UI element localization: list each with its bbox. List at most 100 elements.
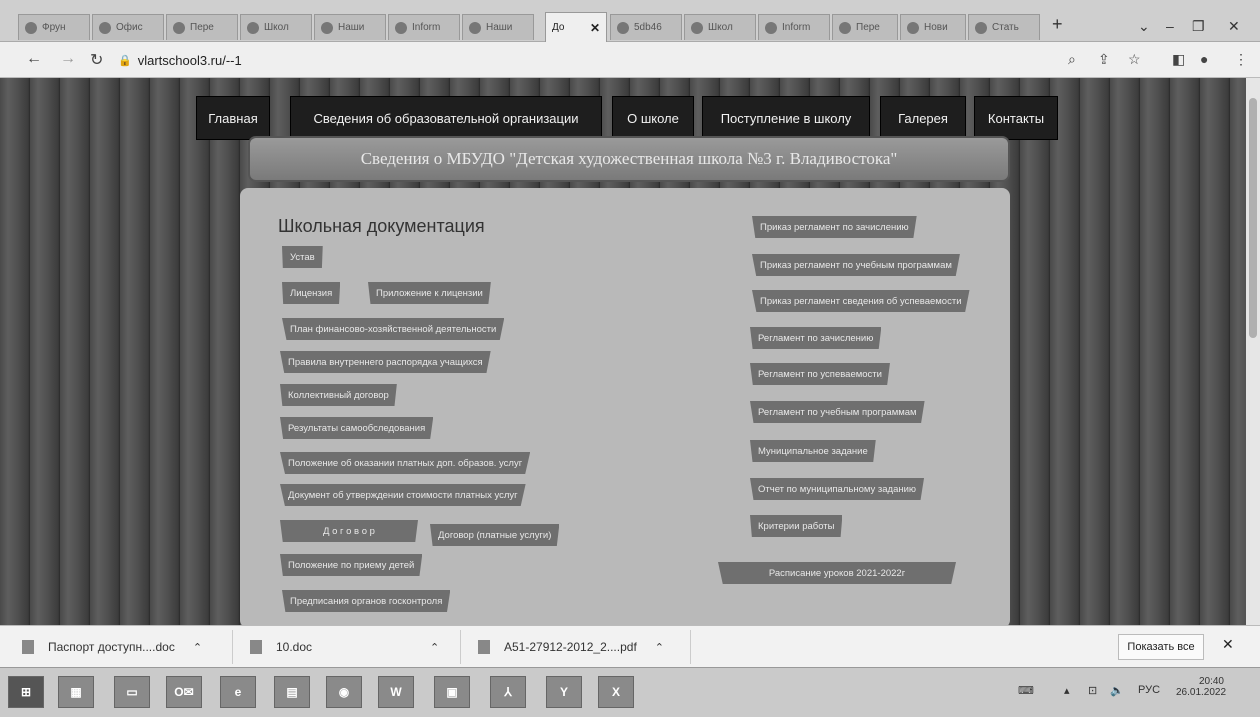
tab-favicon-icon	[691, 21, 703, 34]
acrobat-icon[interactable]: ⅄	[490, 676, 526, 708]
chevron-up-icon[interactable]: ⌃	[430, 641, 439, 654]
app-icon[interactable]: ▤	[274, 676, 310, 708]
minimize-icon[interactable]: –	[1166, 18, 1174, 34]
clock-time: 20:40	[1198, 676, 1224, 687]
nav-gallery[interactable]: Галерея	[880, 96, 966, 140]
doc-file-icon	[250, 640, 262, 654]
menu-kebab-icon[interactable]: ⋮	[1234, 51, 1248, 68]
doc-link-reg-progress[interactable]: Регламент по успеваемости	[750, 363, 890, 385]
browser-tab[interactable]: Офис	[92, 14, 164, 40]
volume-icon[interactable]: 🔈	[1110, 684, 1124, 697]
lock-icon[interactable]: 🔒	[118, 54, 132, 67]
side-panel-icon[interactable]: ◧	[1172, 51, 1185, 68]
doc-link-internal-rules[interactable]: Правила внутреннего распорядка учащихся	[280, 351, 491, 373]
doc-link-contract-paid[interactable]: Договор (платные услуги)	[430, 524, 560, 546]
page-scrollbar[interactable]	[1246, 78, 1260, 625]
chevron-up-icon[interactable]: ⌃	[655, 641, 664, 654]
nav-contacts[interactable]: Контакты	[974, 96, 1058, 140]
browser-tab[interactable]: Нови	[900, 14, 966, 40]
new-tab-button[interactable]: +	[1052, 14, 1063, 35]
close-window-icon[interactable]: ✕	[1228, 18, 1240, 35]
browser-tab[interactable]: Inform	[388, 14, 460, 40]
address-toolbar: ← → ↻ 🔒 vlartschool3.ru/--1 ⌕ ⇪ ☆ ◧ ● ⋮	[0, 42, 1260, 78]
doc-link-prescriptions[interactable]: Предписания органов госконтроля	[282, 590, 451, 612]
doc-link-order-enrollment[interactable]: Приказ регламент по зачислению	[752, 216, 917, 238]
keyboard-icon[interactable]: ⌨	[1018, 684, 1034, 697]
reload-icon[interactable]: ↻	[90, 50, 103, 70]
page-viewport: Главная Сведения об образовательной орга…	[0, 78, 1246, 625]
profile-avatar-icon[interactable]: ●	[1200, 51, 1208, 67]
nav-home[interactable]: Главная	[196, 96, 270, 140]
download-item[interactable]: A51-27912-2012_2....pdf ⌃	[478, 636, 664, 658]
browser-tab[interactable]: 5db46	[610, 14, 682, 40]
browser-tab[interactable]: Наши	[462, 14, 534, 40]
windows-start-icon[interactable]: ⊞	[8, 676, 44, 708]
doc-link-contract[interactable]: Д о г о в о р	[280, 520, 418, 542]
doc-link-work-criteria[interactable]: Критерии работы	[750, 515, 843, 537]
tray-chevron-icon[interactable]: ▴	[1064, 684, 1070, 697]
yandex-browser-icon[interactable]: Y	[546, 676, 582, 708]
doc-link-order-programs[interactable]: Приказ регламент по учебным программам	[752, 254, 960, 276]
divider	[690, 630, 691, 664]
scrollbar-thumb[interactable]	[1249, 98, 1257, 338]
doc-link-paid-services[interactable]: Положение об оказании платных доп. образ…	[280, 452, 531, 474]
tab-favicon-icon	[617, 21, 629, 34]
nav-org-info[interactable]: Сведения об образовательной организации	[290, 96, 602, 140]
doc-link-license[interactable]: Лицензия	[282, 282, 341, 304]
browser-tab[interactable]: Школ	[240, 14, 312, 40]
browser-tab[interactable]: Inform	[758, 14, 830, 40]
doc-link-self-examination[interactable]: Результаты самообследования	[280, 417, 434, 439]
doc-link-ustav[interactable]: Устав	[282, 246, 323, 268]
tab-favicon-icon	[907, 21, 919, 34]
outlook-icon[interactable]: O✉	[166, 676, 202, 708]
doc-link-municipal-report[interactable]: Отчет по муниципальному заданию	[750, 478, 925, 500]
forward-icon[interactable]: →	[60, 50, 76, 68]
file-manager-icon[interactable]: ▦	[58, 676, 94, 708]
powerpoint-icon[interactable]: ▣	[434, 676, 470, 708]
explorer-folder-icon[interactable]: ▭	[114, 676, 150, 708]
chevron-up-icon[interactable]: ⌃	[193, 641, 202, 654]
browser-tab[interactable]: Пере	[832, 14, 898, 40]
back-icon[interactable]: ←	[26, 50, 42, 68]
doc-link-cost-approval[interactable]: Документ об утверждении стоимости платны…	[280, 484, 526, 506]
doc-link-reg-enrollment[interactable]: Регламент по зачислению	[750, 327, 882, 349]
excel-icon[interactable]: X	[598, 676, 634, 708]
close-tab-icon[interactable]: ✕	[590, 21, 600, 35]
doc-link-license-appendix[interactable]: Приложение к лицензии	[368, 282, 491, 304]
browser-tab[interactable]: Школ	[684, 14, 756, 40]
tab-favicon-icon	[839, 21, 851, 34]
browser-tab[interactable]: Пере	[166, 14, 238, 40]
close-shelf-icon[interactable]: ✕	[1222, 636, 1234, 653]
doc-link-municipal-task[interactable]: Муниципальное задание	[750, 440, 876, 462]
share-icon[interactable]: ⇪	[1098, 51, 1110, 68]
nav-about[interactable]: О школе	[612, 96, 694, 140]
zoom-icon[interactable]: ⌕	[1068, 51, 1076, 68]
doc-link-collective-agreement[interactable]: Коллективный договор	[280, 384, 397, 406]
network-icon[interactable]: ⊡	[1088, 684, 1097, 697]
tab-favicon-icon	[247, 21, 259, 34]
tab-favicon-icon	[173, 21, 185, 34]
doc-link-order-progress[interactable]: Приказ регламент сведения об успеваемост…	[752, 290, 970, 312]
doc-link-admission-regulation[interactable]: Положение по приему детей	[280, 554, 423, 576]
clock[interactable]: 20:40 26.01.2022	[1176, 676, 1226, 698]
address-bar[interactable]: 🔒 vlartschool3.ru/--1	[118, 48, 1048, 72]
doc-link-financial-plan[interactable]: План финансово-хозяйственной деятельност…	[282, 318, 505, 340]
browser-tab[interactable]: Наши	[314, 14, 386, 40]
download-item[interactable]: 10.doc ⌃	[250, 636, 439, 658]
bookmark-star-icon[interactable]: ☆	[1128, 51, 1141, 68]
browser-tab[interactable]: Стать	[968, 14, 1040, 40]
show-all-downloads-button[interactable]: Показать все	[1118, 634, 1204, 660]
tab-search-icon[interactable]: ⌄	[1138, 18, 1150, 35]
internet-explorer-icon[interactable]: e	[220, 676, 256, 708]
chrome-icon[interactable]: ◉	[326, 676, 362, 708]
nav-admission[interactable]: Поступление в школу	[702, 96, 870, 140]
language-indicator[interactable]: РУС	[1138, 684, 1160, 696]
doc-link-reg-programs[interactable]: Регламент по учебным программам	[750, 401, 925, 423]
browser-tab-active[interactable]: До ✕	[545, 12, 607, 42]
browser-tab[interactable]: Фрун	[18, 14, 90, 40]
restore-icon[interactable]: ❐	[1192, 18, 1205, 35]
download-item[interactable]: Паспорт доступн....doc ⌃	[22, 636, 202, 658]
tab-favicon-icon	[99, 21, 111, 34]
word-icon[interactable]: W	[378, 676, 414, 708]
doc-link-timetable[interactable]: Расписание уроков 2021-2022г	[718, 562, 956, 584]
